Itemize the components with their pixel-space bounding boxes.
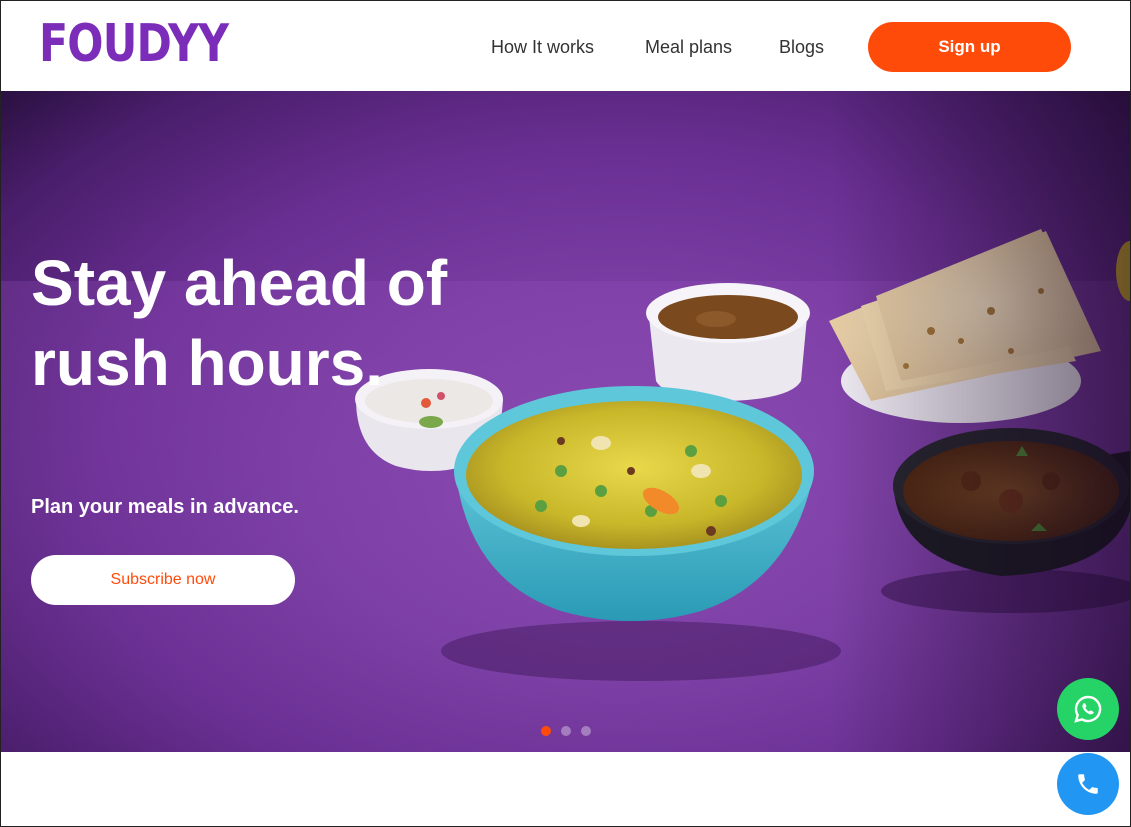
carousel-dot-1[interactable]	[541, 726, 551, 736]
nav-how-it-works[interactable]: How It works	[491, 37, 594, 58]
carousel-dots	[541, 726, 591, 736]
signup-button[interactable]: Sign up	[868, 22, 1071, 72]
call-button[interactable]	[1057, 753, 1119, 815]
phone-icon	[1078, 774, 1098, 794]
hero-title: Stay ahead of rush hours.	[31, 247, 448, 399]
carousel-dot-2[interactable]	[561, 726, 571, 736]
site-header: FOUDYY How It works Meal plans Blogs Sig…	[1, 1, 1130, 91]
whatsapp-button[interactable]	[1057, 678, 1119, 740]
subscribe-now-button[interactable]: Subscribe now	[31, 555, 295, 605]
foudyy-logo[interactable]: FOUDYY	[39, 17, 270, 71]
carousel-dot-3[interactable]	[581, 726, 591, 736]
logo-text: FOUDYY	[39, 14, 229, 74]
hero-subtitle: Plan your meals in advance.	[31, 496, 299, 518]
whatsapp-icon	[1074, 695, 1102, 723]
nav-meal-plans[interactable]: Meal plans	[645, 37, 732, 58]
hero-banner: Stay ahead of rush hours. Plan your meal…	[1, 91, 1130, 752]
nav-blogs[interactable]: Blogs	[779, 37, 824, 58]
